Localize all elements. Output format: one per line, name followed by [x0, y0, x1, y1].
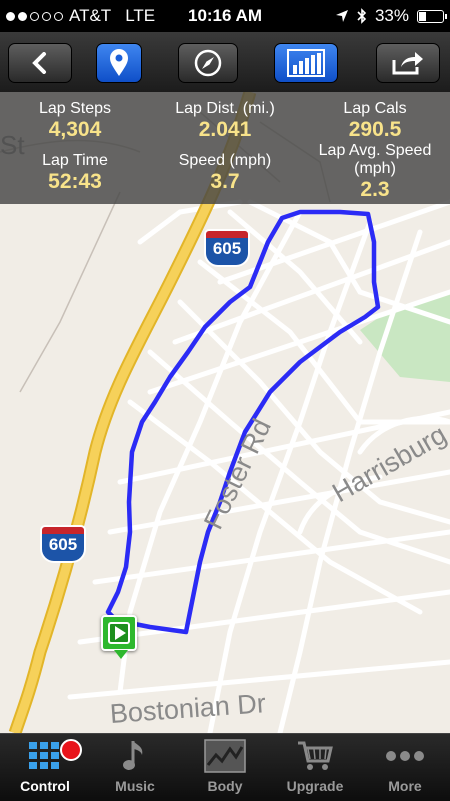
stat-lap-time: Lap Time 52:43 [0, 152, 150, 194]
stat-label: Lap Steps [38, 100, 112, 117]
route-start-marker[interactable] [101, 615, 137, 659]
tab-more[interactable]: More [360, 734, 450, 801]
tab-upgrade[interactable]: Upgrade [270, 734, 360, 801]
stat-value: 2.041 [198, 118, 252, 141]
battery-percent: 33% [374, 6, 409, 25]
stat-label: Lap Dist. (mi.) [175, 100, 275, 117]
stat-speed: Speed (mph) 3.7 [150, 152, 300, 194]
shopping-cart-icon [298, 741, 333, 770]
stats-button[interactable] [274, 43, 338, 83]
location-arrow-icon [335, 10, 348, 22]
bluetooth-icon [357, 8, 367, 24]
grid-icon [29, 742, 59, 769]
share-arrow-icon [392, 52, 423, 75]
tab-label: Upgrade [286, 778, 344, 794]
top-toolbar [0, 32, 450, 92]
tab-music[interactable]: Music [90, 734, 180, 801]
stat-value: 4,304 [48, 118, 102, 141]
stat-value: 3.7 [210, 170, 240, 193]
stat-value: 2.3 [360, 178, 390, 201]
stat-label: Lap Cals [343, 100, 407, 117]
more-dots-icon [386, 751, 424, 761]
back-button[interactable] [8, 43, 72, 83]
stat-label: Speed (mph) [178, 152, 272, 169]
highway-shield-605-top: 605 [204, 229, 250, 269]
share-button[interactable] [376, 43, 440, 83]
stat-lap-dist: Lap Dist. (mi.) 2.041 [150, 100, 300, 142]
battery-icon [417, 9, 447, 23]
status-bar: AT&T LTE 10:16 AM 33% [0, 0, 450, 32]
highway-shield-605-bottom: 605 [40, 525, 86, 565]
tab-body[interactable]: Body [180, 734, 270, 801]
tab-label: Control [20, 778, 70, 794]
compass-button[interactable] [178, 43, 238, 83]
compass-icon [194, 49, 222, 77]
tab-label: Body [207, 778, 243, 794]
stat-lap-avg-speed: Lap Avg. Speed (mph) 2.3 [305, 142, 445, 202]
play-icon [108, 622, 130, 644]
stat-label: Lap Avg. Speed (mph) [318, 142, 432, 177]
music-note-icon [123, 741, 143, 770]
chevron-left-icon [32, 52, 46, 74]
map-pin-icon [110, 49, 128, 76]
stat-value: 290.5 [348, 118, 402, 141]
tab-label: Music [115, 778, 155, 794]
tab-bar: Control Music Body Upgrade More [0, 733, 450, 801]
stat-lap-cals: Lap Cals 290.5 [300, 100, 450, 142]
stat-value: 52:43 [48, 170, 102, 193]
tab-label: More [388, 778, 422, 794]
stat-lap-steps: Lap Steps 4,304 [0, 100, 150, 142]
stat-label: Lap Time [42, 152, 108, 169]
bar-chart-icon [287, 49, 325, 77]
location-button[interactable] [96, 43, 142, 83]
lap-stats-panel: Lap Steps 4,304 Lap Dist. (mi.) 2.041 La… [0, 92, 450, 204]
body-chart-icon [204, 739, 246, 773]
tab-control[interactable]: Control [0, 734, 90, 801]
recording-indicator-icon [60, 739, 82, 761]
